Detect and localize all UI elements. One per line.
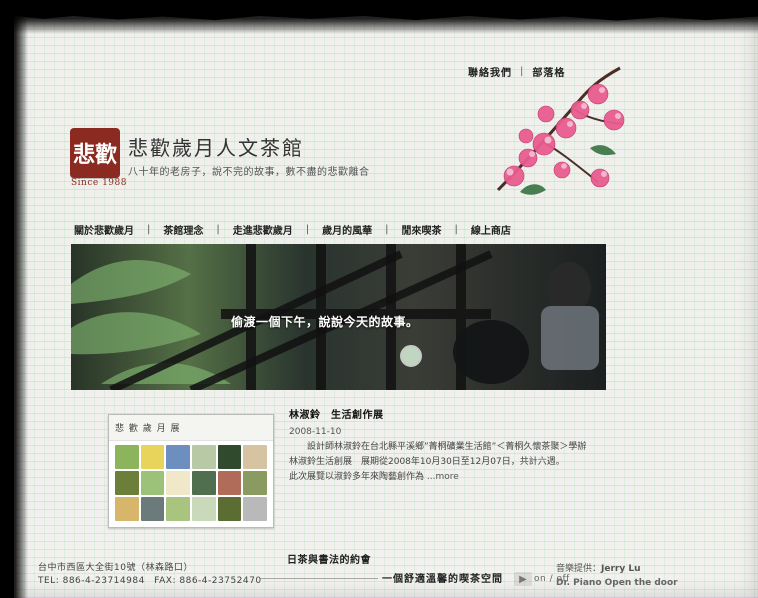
- brand-logo: 悲歡: [70, 128, 120, 178]
- hero-banner: 偷渡一個下午，說說今天的故事。: [71, 244, 606, 390]
- thumb-cell: [115, 445, 139, 469]
- footer-divider: [260, 578, 378, 579]
- news-date: 2008-11-10: [289, 427, 342, 437]
- thumb-cell: [115, 471, 139, 495]
- nav-separator: |: [385, 223, 389, 235]
- more-link[interactable]: ...more: [427, 472, 459, 482]
- nav-separator: |: [216, 223, 220, 235]
- since-year: Since 1988: [71, 178, 127, 188]
- thumb-cell: [140, 497, 165, 521]
- news-title[interactable]: 林淑鈴 生活創作展: [289, 406, 384, 421]
- nav-separator: |: [147, 223, 151, 235]
- thumbnail-header: 悲 歡 歲 月 展: [109, 415, 273, 441]
- nav-item-style[interactable]: 歲月的風華: [322, 220, 372, 239]
- nav-item-tea[interactable]: 閒來喫茶: [402, 220, 442, 239]
- music-credit-line: 音樂提供：Jerry Lu: [556, 562, 678, 576]
- thumb-cell: [140, 445, 165, 469]
- main-nav: 關於悲歡歲月 | 茶館理念 | 走進悲歡歲月 | 歲月的風華 | 閒來喫茶 | …: [74, 220, 608, 238]
- thumbnail-grid: [115, 445, 267, 521]
- footer-address: 台中市西區大全街10號（林森路口） TEL: 886-4-23714984 FA…: [38, 562, 262, 588]
- thumb-cell: [243, 471, 267, 495]
- thumb-cell: [166, 497, 190, 521]
- thumb-cell: [166, 445, 190, 469]
- music-credit: 音樂提供：Jerry Lu Dr. Piano Open the door: [556, 562, 678, 590]
- news-body-line: 此次展覽以淑鈴多年來陶藝創作為 ...more: [289, 470, 609, 485]
- blossom-branch-illustration: [496, 66, 625, 195]
- news-body-line: 設計師林淑鈴在台北縣平溪鄉”菁桐礦業生活館”＜菁桐久懷茶聚＞學辦: [307, 442, 587, 452]
- footer-address-line: 台中市西區大全街10號（林森路口）: [38, 563, 193, 573]
- nav-item-philosophy[interactable]: 茶館理念: [163, 220, 203, 239]
- site-title: 悲歡歲月人文茶館: [128, 136, 304, 160]
- brand-logo-text: 悲歡: [72, 142, 117, 168]
- music-subline: Dr. Piano Open the door: [556, 578, 678, 588]
- thumb-cell: [217, 497, 242, 521]
- news-body-line: 林淑鈴生活創展 展期從2008年10月30日至12月07日，共計六週。: [289, 457, 565, 467]
- nav-separator: |: [454, 223, 458, 235]
- thumb-cell: [217, 445, 242, 469]
- news-body: 設計師林淑鈴在台北縣平溪鄉”菁桐礦業生活館”＜菁桐久懷茶聚＞學辦 林淑鈴生活創展…: [289, 440, 609, 485]
- thumb-cell: [217, 471, 242, 495]
- hero-caption: 偷渡一個下午，說說今天的故事。: [231, 315, 419, 329]
- nav-item-shop[interactable]: 線上商店: [471, 220, 511, 239]
- news-thumbnail[interactable]: 悲 歡 歲 月 展: [108, 414, 274, 528]
- nav-item-about[interactable]: 關於悲歡歲月: [74, 220, 134, 239]
- news-body-line-text: 此次展覽以淑鈴多年來陶藝創作為: [289, 472, 425, 482]
- thumbnail-header-text: 悲 歡 歲 月 展: [115, 424, 181, 434]
- thumb-cell: [243, 445, 267, 469]
- thumb-cell: [166, 471, 190, 495]
- nav-item-enter[interactable]: 走進悲歡歲月: [233, 220, 293, 239]
- music-artist: Jerry Lu: [601, 564, 641, 574]
- thumb-cell: [191, 497, 216, 521]
- thumb-cell: [191, 445, 216, 469]
- partial-section-title: 日茶與書法的約會: [287, 555, 371, 566]
- footer-slogan: 一個舒適溫馨的喫茶空間: [382, 574, 503, 585]
- play-icon: ▶: [519, 573, 527, 585]
- thumb-cell: [115, 497, 139, 521]
- music-label: 音樂提供：: [556, 564, 602, 574]
- site-tagline: 八十年的老房子，說不完的故事，數不盡的悲歡離合: [128, 167, 370, 178]
- thumb-cell: [140, 471, 165, 495]
- nav-separator: |: [305, 223, 310, 235]
- footer-contact-line: TEL: 886-4-23714984 FAX: 886-4-23752470: [38, 576, 262, 586]
- music-toggle-button[interactable]: ▶: [514, 572, 532, 586]
- thumb-cell: [191, 471, 216, 495]
- thumb-cell: [243, 497, 267, 521]
